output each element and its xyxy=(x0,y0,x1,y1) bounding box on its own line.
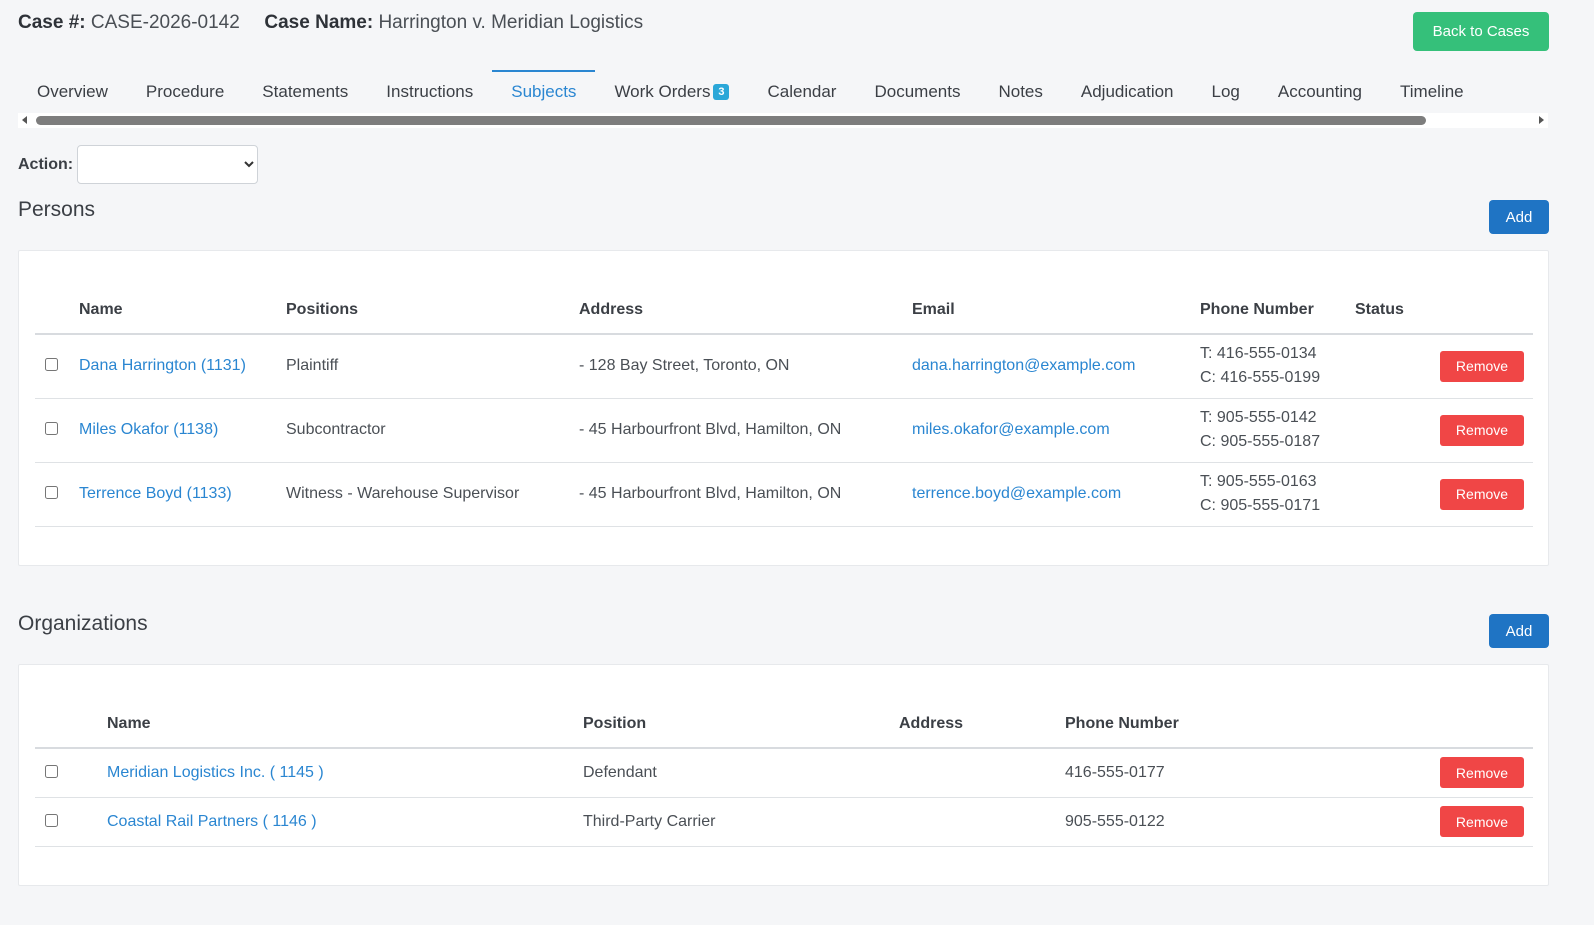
col-name: Name xyxy=(79,287,286,335)
tabs-scrollbar[interactable] xyxy=(18,113,1548,128)
phone-cell: C: 905-555-0171 xyxy=(1200,497,1321,514)
remove-button[interactable]: Remove xyxy=(1440,350,1524,382)
scrollbar-thumb[interactable] xyxy=(36,116,1426,125)
tab-work-orders[interactable]: Work Orders 3 xyxy=(595,73,748,112)
table-row: Coastal Rail Partners ( 1146 ) Third-Par… xyxy=(35,797,1533,847)
phone-telephone: T: 905-555-0142 xyxy=(1200,409,1317,426)
case-tabs: Overview Procedure Statements Instructions S… xyxy=(18,70,1548,112)
table-row: Meridian Logistics Inc. ( 1145 ) Defenda… xyxy=(35,748,1533,798)
row-checkbox[interactable] xyxy=(45,486,58,499)
col-address: Address xyxy=(579,287,912,335)
persons-table: Name Positions Address Email Phone Numbe… xyxy=(35,287,1533,527)
phone-telephone: T: 416-555-0134 xyxy=(1200,345,1317,363)
tab-overview[interactable]: Overview xyxy=(18,73,127,112)
action-select[interactable] xyxy=(77,145,259,184)
phone-cell: C: 905-555-0187 xyxy=(1200,433,1321,450)
remove-button[interactable]: Remove xyxy=(1440,478,1524,510)
tab-procedure[interactable]: Procedure xyxy=(127,73,243,112)
col-name: Name xyxy=(107,701,583,749)
phone-telephone: T: 905-555-0163 xyxy=(1200,473,1317,490)
person-position: Plaintiff xyxy=(286,334,579,399)
case-name: Harrington v. Meridian Logistics xyxy=(378,12,644,33)
col-address: Address xyxy=(899,701,1065,749)
col-positions: Positions xyxy=(286,287,579,335)
person-email-link[interactable]: dana.harrington@example.com xyxy=(912,357,1135,374)
row-checkbox[interactable] xyxy=(45,813,58,827)
person-position: Subcontractor xyxy=(286,398,579,463)
person-address: - 128 Bay Street, Toronto, ON xyxy=(579,334,912,399)
remove-button[interactable]: Remove xyxy=(1440,757,1524,789)
tab-timeline[interactable]: Timeline xyxy=(1381,73,1483,112)
person-email-link[interactable]: miles.okafor@example.com xyxy=(912,421,1110,438)
tab-adjudication[interactable]: Adjudication xyxy=(1062,73,1193,112)
case-number: CASE-2026-0142 xyxy=(90,12,240,33)
person-position: Witness - Warehouse Supervisor xyxy=(286,462,579,527)
table-row: Dana Harrington (1131) Plaintiff - 128 B… xyxy=(35,334,1533,399)
tab-documents[interactable]: Documents xyxy=(855,73,979,112)
row-checkbox[interactable] xyxy=(45,422,58,435)
col-phone: Phone Number xyxy=(1200,287,1355,335)
tab-notes[interactable]: Notes xyxy=(979,73,1061,112)
organization-phone: 416-555-0177 xyxy=(1065,748,1265,798)
organizations-title: Organizations xyxy=(18,612,148,635)
col-email: Email xyxy=(912,287,1200,335)
organization-position: Defendant xyxy=(583,748,899,798)
case-header: Case #: CASE-2026-0142 Case Name: Harrin… xyxy=(18,12,643,34)
persons-title: Persons xyxy=(18,198,96,221)
organization-position: Third-Party Carrier xyxy=(583,797,899,847)
organization-link[interactable]: Meridian Logistics Inc. ( 1145 ) xyxy=(107,764,324,781)
work-orders-count-badge: 3 xyxy=(713,84,730,100)
col-phone: Phone Number xyxy=(1065,701,1265,749)
phone-cell: C: 416-555-0199 xyxy=(1200,369,1321,387)
add-person-button[interactable]: Add xyxy=(1489,200,1549,234)
table-row: Miles Okafor (1138) Subcontractor - 45 H… xyxy=(35,398,1533,463)
person-link[interactable]: Miles Okafor (1138) xyxy=(79,421,218,438)
table-row: Terrence Boyd (1133) Witness - Warehouse… xyxy=(35,462,1533,527)
person-email-link[interactable]: terrence.boyd@example.com xyxy=(912,485,1121,502)
action-label: Action: xyxy=(18,155,74,173)
remove-button[interactable]: Remove xyxy=(1440,414,1524,446)
person-link[interactable]: Dana Harrington (1131) xyxy=(79,357,246,374)
remove-button[interactable]: Remove xyxy=(1440,806,1524,837)
col-status: Status xyxy=(1355,287,1533,335)
tab-statements[interactable]: Statements xyxy=(243,73,367,112)
row-checkbox[interactable] xyxy=(45,764,58,778)
organization-phone: 905-555-0122 xyxy=(1065,797,1265,847)
row-checkbox[interactable] xyxy=(45,358,58,372)
scroll-right-icon[interactable] xyxy=(1539,116,1544,124)
persons-card: Name Positions Address Email Phone Numbe… xyxy=(18,250,1549,566)
organization-link[interactable]: Coastal Rail Partners ( 1146 ) xyxy=(107,813,317,830)
organization-address xyxy=(899,797,1065,847)
scroll-left-icon[interactable] xyxy=(22,116,27,124)
tab-instructions[interactable]: Instructions xyxy=(367,73,492,112)
add-organization-button[interactable]: Add xyxy=(1489,614,1549,648)
tab-accounting[interactable]: Accounting xyxy=(1259,73,1381,112)
organizations-table: Name Position Address Phone Number Merid… xyxy=(35,701,1533,847)
person-address: - 45 Harbourfront Blvd, Hamilton, ON xyxy=(579,462,912,527)
back-to-cases-button[interactable]: Back to Cases xyxy=(1413,12,1549,51)
col-position: Position xyxy=(583,701,899,749)
organizations-card: Name Position Address Phone Number Merid… xyxy=(18,664,1549,886)
person-link[interactable]: Terrence Boyd (1133) xyxy=(79,485,232,502)
action-bar: Action: xyxy=(18,145,259,184)
case-name-label: Case Name: xyxy=(264,12,374,33)
person-address: - 45 Harbourfront Blvd, Hamilton, ON xyxy=(579,398,912,463)
tab-calendar[interactable]: Calendar xyxy=(748,73,855,112)
tab-subjects[interactable]: Subjects xyxy=(492,70,596,110)
case-number-label: Case #: xyxy=(18,12,86,33)
tab-log[interactable]: Log xyxy=(1193,73,1259,112)
organization-address xyxy=(899,748,1065,798)
